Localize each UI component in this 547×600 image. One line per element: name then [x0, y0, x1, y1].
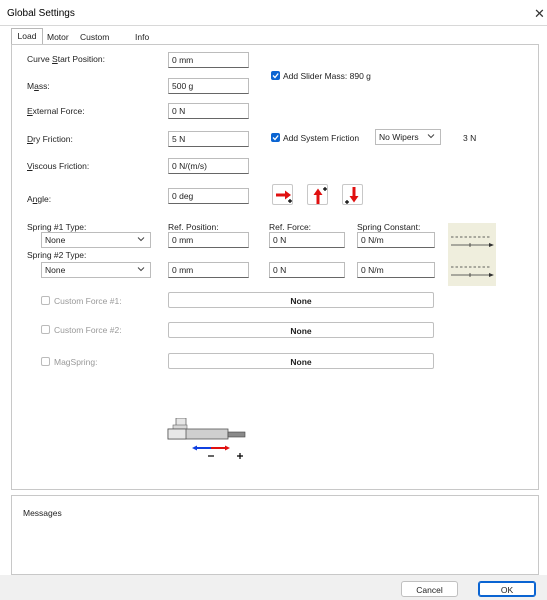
horizontal-orientation-button[interactable] — [272, 184, 293, 205]
checkmark-icon — [272, 135, 279, 141]
dry-friction-field[interactable]: 5 N — [168, 131, 249, 147]
angle-label: Angle: — [27, 194, 52, 204]
custom-force-2-label: Custom Force #2: — [54, 325, 122, 335]
spring1-position-field[interactable]: 0 mm — [168, 232, 249, 248]
spring-diagram-icon — [451, 236, 494, 247]
window-title: Global Settings — [7, 8, 75, 19]
cancel-button[interactable]: Cancel — [401, 581, 458, 597]
tab-info[interactable]: Info — [135, 30, 149, 44]
ref-position-header: Ref. Position: — [168, 222, 219, 232]
spring2-type-label: Spring #2 Type: — [27, 250, 87, 260]
spring2-type-value: None — [45, 265, 66, 275]
custom-force-2-button[interactable]: None — [168, 322, 434, 338]
custom-force-1-label: Custom Force #1: — [54, 296, 122, 306]
messages-area[interactable] — [11, 495, 539, 575]
vertical-up-orientation-button[interactable] — [307, 184, 328, 205]
angle-field[interactable]: 0 deg — [168, 188, 249, 204]
linear-motor-diagram-icon — [167, 417, 246, 459]
checkmark-icon — [272, 73, 279, 79]
chevron-down-icon — [137, 267, 145, 272]
viscous-friction-field[interactable]: 0 N/(m/s) — [168, 158, 249, 174]
ref-force-header: Ref. Force: — [269, 222, 312, 232]
spring2-type-select[interactable]: None — [41, 262, 151, 278]
custom-force-1-checkbox[interactable] — [41, 296, 50, 305]
system-friction-label: Add System Friction — [283, 133, 360, 143]
curve-start-field[interactable]: 0 mm — [168, 52, 249, 68]
slider-mass-checkbox[interactable] — [271, 71, 280, 80]
spring1-constant-field[interactable]: 0 N/m — [357, 232, 435, 248]
custom-force-1-button[interactable]: None — [168, 292, 434, 308]
slider-mass-label: Add Slider Mass: 890 g — [283, 71, 371, 81]
system-friction-value: 3 N — [463, 133, 477, 143]
spring-constant-header: Spring Constant: — [357, 222, 421, 232]
spring1-type-select[interactable]: None — [41, 232, 151, 248]
spring1-type-value: None — [45, 235, 66, 245]
spring1-force-field[interactable]: 0 N — [269, 232, 345, 248]
mass-label: Mass: — [27, 81, 50, 91]
dry-friction-label: Dry Friction: — [27, 134, 73, 144]
external-force-label: External Force: — [27, 106, 85, 116]
vertical-up-orientation-icon — [313, 187, 327, 204]
curve-start-label: Curve Start Position: — [27, 54, 105, 64]
spring2-force-field[interactable]: 0 N — [269, 262, 345, 278]
spring1-diagram — [448, 223, 496, 256]
tab-motor[interactable]: Motor — [47, 30, 69, 44]
wipers-select[interactable]: No Wipers — [375, 129, 441, 145]
messages-label: Messages — [23, 508, 62, 518]
spring-diagram-icon — [451, 266, 494, 277]
custom-force-2-checkbox[interactable] — [41, 325, 50, 334]
spring2-position-field[interactable]: 0 mm — [168, 262, 249, 278]
tab-load[interactable]: Load — [11, 28, 43, 44]
magspring-checkbox[interactable] — [41, 357, 50, 366]
chevron-down-icon — [427, 134, 435, 139]
viscous-friction-label: Viscous Friction: — [27, 161, 90, 171]
magspring-label: MagSpring: — [54, 357, 98, 367]
linear-motor-diagram — [167, 417, 247, 462]
external-force-field[interactable]: 0 N — [168, 103, 249, 119]
magspring-button[interactable]: None — [168, 353, 434, 369]
horizontal-orientation-icon — [276, 190, 292, 203]
spring1-type-label: Spring #1 Type: — [27, 222, 87, 232]
ok-button[interactable]: OK — [478, 581, 536, 597]
close-icon[interactable]: ✕ — [534, 6, 545, 22]
wipers-select-value: No Wipers — [379, 132, 419, 142]
mass-field[interactable]: 500 g — [168, 78, 249, 94]
vertical-down-orientation-icon — [345, 187, 359, 204]
spring2-diagram — [448, 253, 496, 286]
title-bar — [0, 0, 547, 26]
vertical-down-orientation-button[interactable] — [342, 184, 363, 205]
tab-custom[interactable]: Custom — [80, 30, 109, 44]
chevron-down-icon — [137, 237, 145, 242]
dialog-footer — [0, 575, 547, 600]
spring2-constant-field[interactable]: 0 N/m — [357, 262, 435, 278]
system-friction-checkbox[interactable] — [271, 133, 280, 142]
